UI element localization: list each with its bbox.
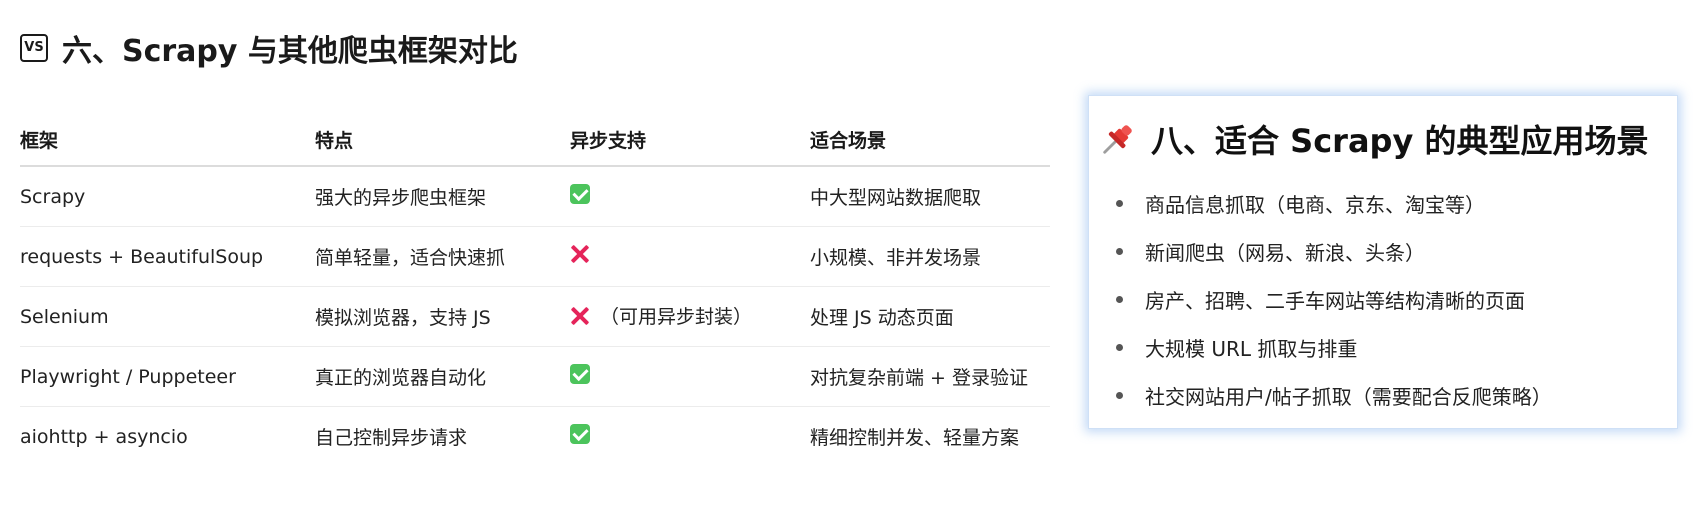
scenarios-card: 八、适合 Scrapy 的典型应用场景 商品信息抓取（电商、京东、淘宝等） 新闻… — [1088, 95, 1678, 429]
feature-cell: 强大的异步爬虫框架 — [315, 166, 570, 227]
column-header-feature: 特点 — [315, 113, 570, 167]
scenarios-heading: 八、适合 Scrapy 的典型应用场景 — [1099, 116, 1657, 162]
pushpin-icon — [1103, 125, 1132, 154]
feature-cell: 真正的浏览器自动化 — [315, 346, 570, 407]
feature-cell: 模拟浏览器，支持 JS — [315, 286, 570, 347]
cross-mark-icon — [570, 306, 590, 326]
comparison-heading: VS 六、Scrapy 与其他爬虫框架对比 — [20, 26, 1050, 70]
scenarios-list: 商品信息抓取（电商、京东、淘宝等） 新闻爬虫（网易、新浪、头条） 房产、招聘、二… — [1099, 179, 1657, 419]
column-header-scenario: 适合场景 — [810, 113, 1050, 167]
scenario-cell: 处理 JS 动态页面 — [810, 286, 1050, 347]
async-indicator — [570, 424, 590, 444]
check-mark-icon — [570, 184, 590, 204]
column-header-async: 异步支持 — [570, 113, 810, 167]
async-indicator — [570, 364, 590, 384]
scenarios-title: 八、适合 Scrapy 的典型应用场景 — [1151, 122, 1649, 160]
comparison-section: VS 六、Scrapy 与其他爬虫框架对比 框架 特点 异步支持 适合场景 Sc… — [20, 26, 1050, 449]
bullet-dot — [1116, 247, 1123, 255]
column-header-framework: 框架 — [20, 113, 315, 167]
check-mark-icon — [570, 364, 590, 384]
list-item-text: 社交网站用户/帖子抓取（需要配合反爬策略） — [1145, 384, 1552, 409]
comparison-title: 六、Scrapy 与其他爬虫框架对比 — [62, 34, 518, 69]
vs-icon: VS — [20, 34, 48, 62]
framework-cell: aiohttp + asyncio — [20, 425, 188, 448]
table-row: aiohttp + asyncio 自己控制异步请求 精细控制并发、轻量方案 — [20, 407, 1050, 467]
list-item: 大规模 URL 抓取与排重 — [1099, 323, 1657, 371]
list-item: 社交网站用户/帖子抓取（需要配合反爬策略） — [1099, 371, 1657, 419]
table-row: Playwright / Puppeteer 真正的浏览器自动化 对抗复杂前端 … — [20, 346, 1050, 407]
async-cell — [570, 166, 810, 227]
async-cell — [570, 226, 810, 287]
framework-cell: Scrapy — [20, 166, 315, 227]
framework-cell: requests + BeautifulSoup — [20, 226, 315, 287]
bullet-dot — [1116, 391, 1123, 399]
async-indicator — [570, 184, 590, 204]
async-note: （可用异步封装） — [600, 306, 753, 329]
list-item-text: 大规模 URL 抓取与排重 — [1145, 336, 1358, 361]
table-row: requests + BeautifulSoup 简单轻量，适合快速抓 小规模、… — [20, 226, 1050, 287]
bullet-dot — [1116, 199, 1123, 207]
table-row: Selenium 模拟浏览器，支持 JS （可用异步封装） 处理 JS 动态页面 — [20, 286, 1050, 347]
list-item-text: 新闻爬虫（网易、新浪、头条） — [1145, 240, 1425, 265]
async-indicator — [570, 244, 590, 264]
scenario-cell: 对抗复杂前端 + 登录验证 — [810, 346, 1050, 407]
scenario-cell: 中大型网站数据爬取 — [810, 166, 1050, 227]
list-item: 房产、招聘、二手车网站等结构清晰的页面 — [1099, 275, 1657, 323]
bullet-dot — [1116, 295, 1123, 303]
comparison-table: 框架 特点 异步支持 适合场景 Scrapy 强大的异步爬虫框架 中大型网站数据… — [20, 113, 1050, 466]
async-cell — [570, 346, 810, 407]
framework-cell: Playwright / Puppeteer — [20, 346, 315, 407]
list-item-text: 商品信息抓取（电商、京东、淘宝等） — [1145, 192, 1485, 217]
scenario-cell: 精细控制并发、轻量方案 — [810, 427, 1020, 449]
async-cell: （可用异步封装） — [570, 286, 810, 347]
check-mark-icon — [570, 424, 590, 444]
async-indicator: （可用异步封装） — [570, 302, 752, 329]
framework-cell: Selenium — [20, 286, 315, 347]
table-header-row: 框架 特点 异步支持 适合场景 — [20, 113, 1050, 167]
feature-cell: 自己控制异步请求 — [315, 427, 468, 449]
list-item: 新闻爬虫（网易、新浪、头条） — [1099, 227, 1657, 275]
list-item-text: 房产、招聘、二手车网站等结构清晰的页面 — [1145, 288, 1525, 313]
cross-mark-icon — [570, 244, 590, 264]
table-row: Scrapy 强大的异步爬虫框架 中大型网站数据爬取 — [20, 166, 1050, 227]
async-cell — [570, 407, 810, 467]
list-item: 商品信息抓取（电商、京东、淘宝等） — [1099, 179, 1657, 227]
scenario-cell: 小规模、非并发场景 — [810, 226, 1050, 287]
feature-cell: 简单轻量，适合快速抓 — [315, 226, 570, 287]
bullet-dot — [1116, 343, 1123, 351]
